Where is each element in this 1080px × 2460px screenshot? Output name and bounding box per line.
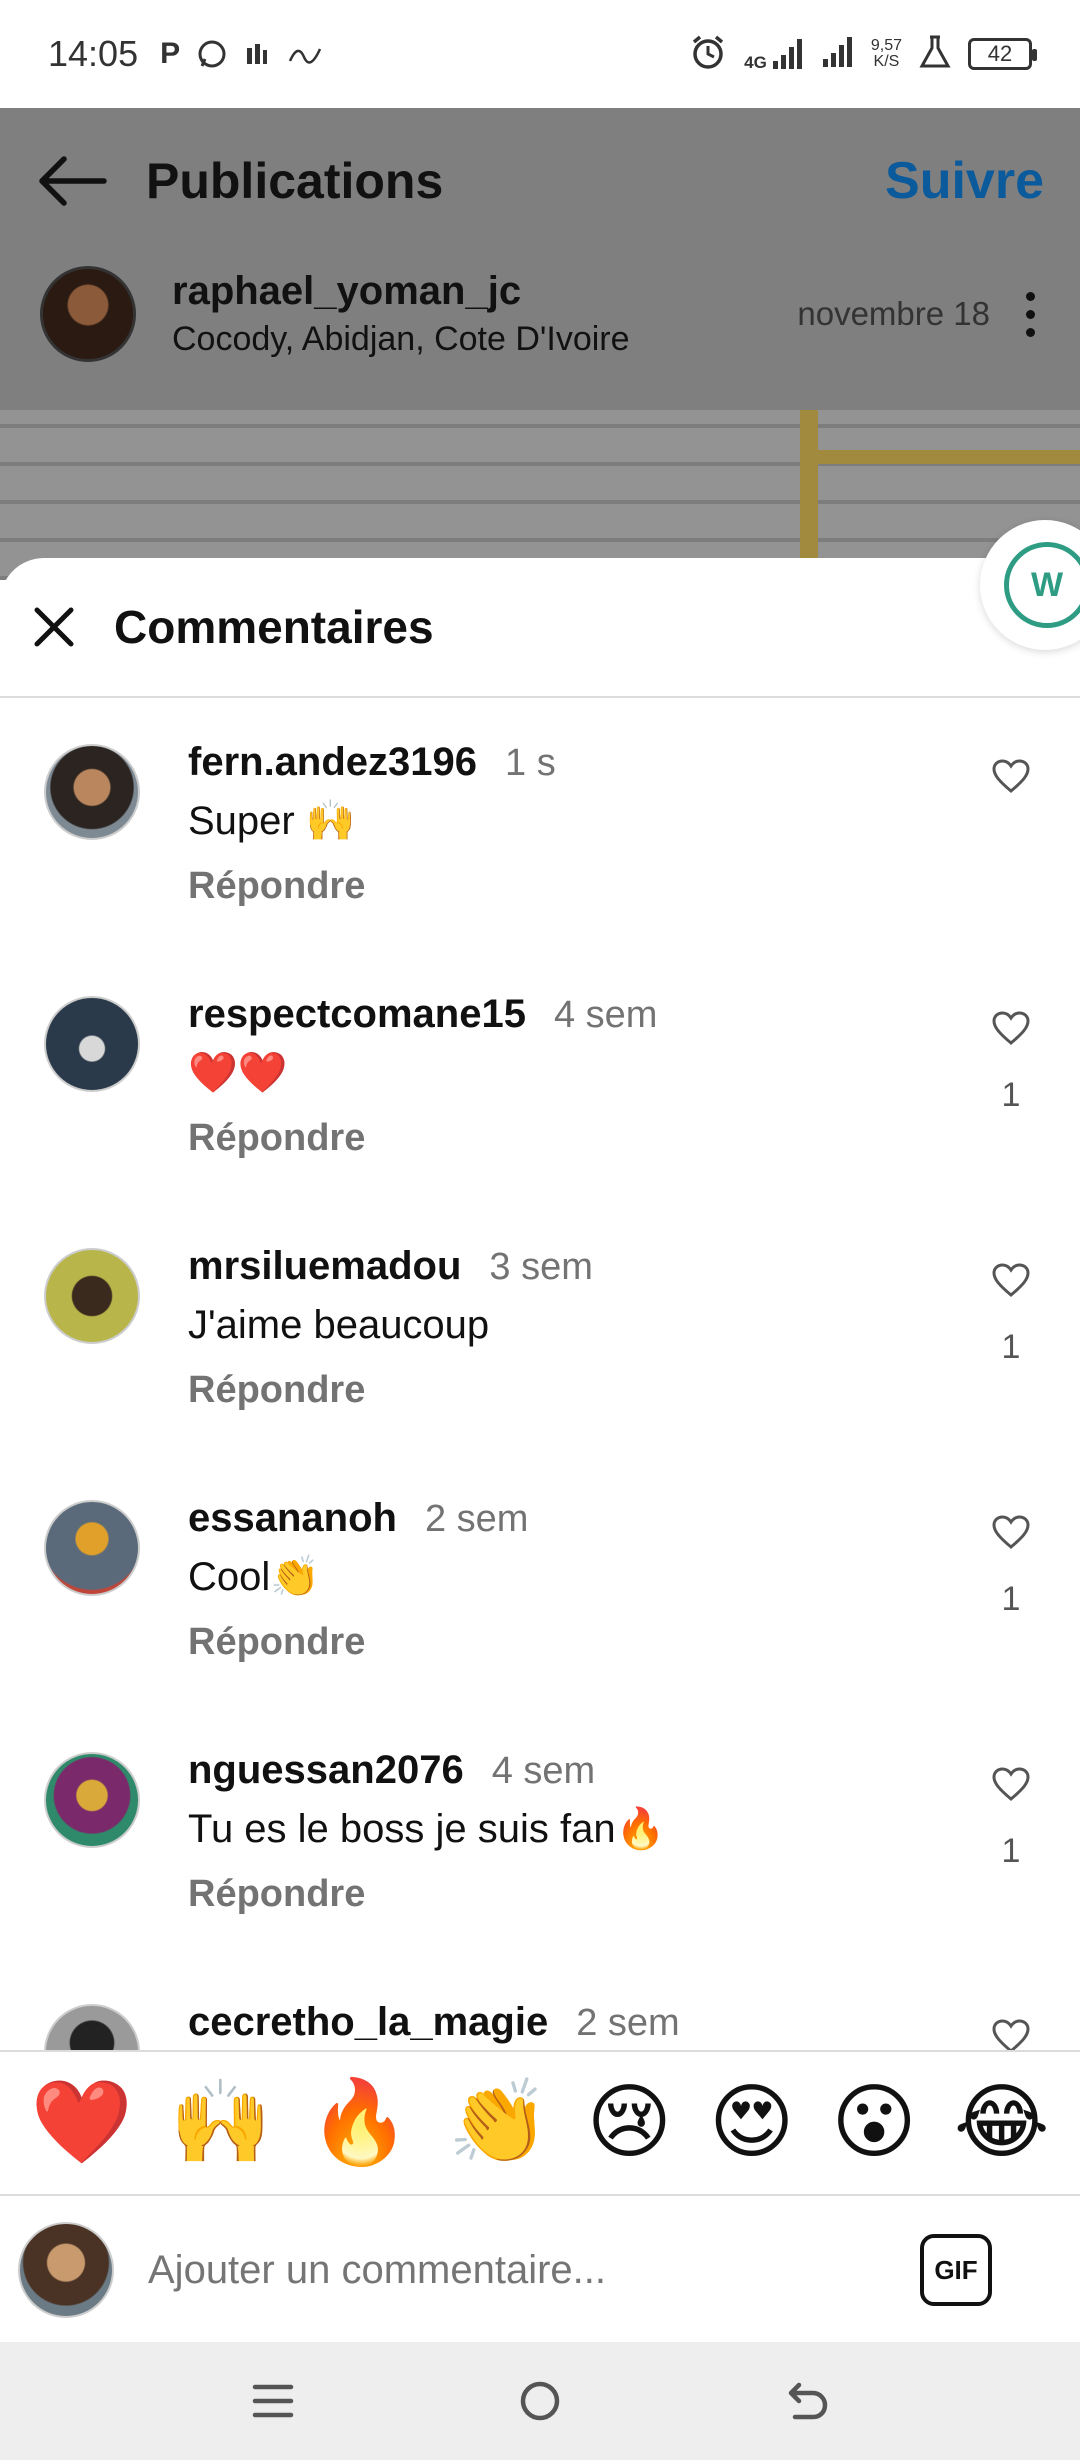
heart-icon [992,2019,1030,2050]
page-title: Publications [146,153,444,209]
like-button[interactable] [986,2018,1036,2050]
commenter-avatar[interactable] [44,1752,140,1848]
close-icon[interactable] [30,603,78,651]
comment-time: 1 s [505,742,556,784]
whatsapp-icon [196,38,228,70]
like-button[interactable]: 1 [986,1514,1036,1619]
emoji-heart-eyes[interactable]: 😍 [709,2082,794,2164]
cell-signal-icon [821,35,855,74]
heart-icon [992,1767,1030,1801]
heart-icon [992,1011,1030,1045]
app-header: Publications Suivre raphael_yoman_jc Coc… [0,108,1080,410]
menu-icon[interactable] [233,2361,313,2441]
comment-text: Super 🙌 [188,799,356,843]
gif-button[interactable]: GIF [920,2234,992,2306]
emoji-quick-bar: ❤️ 🙌 🔥 👏 😢 😍 😮 😂 [0,2050,1080,2196]
commenter-username[interactable]: respectcomane15 [188,992,526,1037]
emoji-clapping-hands[interactable]: 👏 [448,2082,550,2164]
comment-composer: GIF [0,2198,1080,2342]
commenter-avatar[interactable] [44,996,140,1092]
like-button[interactable]: 1 [986,1766,1036,1871]
emoji-raising-hands[interactable]: 🙌 [169,2082,271,2164]
comment-input[interactable] [148,2247,888,2293]
commenter-avatar[interactable] [44,744,140,840]
post-meta: raphael_yoman_jc Cocody, Abidjan, Cote D… [0,254,1080,374]
like-count: 1 [1001,1076,1021,1114]
like-button[interactable] [986,758,1036,824]
current-user-avatar [18,2222,114,2318]
comments-list: fern.andez3196 1 s Super 🙌 Répondre resp… [0,700,1080,2050]
like-count: 1 [1001,1580,1021,1618]
like-count: 1 [1001,1832,1021,1870]
like-count: 1 [1001,1328,1021,1366]
system-nav-bar [0,2342,1080,2460]
commenter-username[interactable]: fern.andez3196 [188,740,477,785]
back-icon[interactable] [767,2361,847,2441]
comment-time: 2 sem [424,1498,529,1540]
comment-item: essananoh 2 sem Cool👏 Répondre 1 [0,1456,1080,1708]
home-icon[interactable] [500,2361,580,2441]
emoji-crying-face[interactable]: 😢 [587,2082,672,2164]
comment-text: Cool👏 [188,1555,321,1599]
parking-icon: P [160,37,181,70]
emoji-red-heart[interactable]: ❤️ [30,2082,132,2164]
emoji-tears-of-joy[interactable]: 😂 [954,2082,1050,2164]
comment-item: fern.andez3196 1 s Super 🙌 Répondre [0,700,1080,952]
comment-item: cecretho_la_magie 2 sem [0,1960,1080,2050]
post-author-username[interactable]: raphael_yoman_jc [172,269,630,314]
follow-button[interactable]: Suivre [885,151,1044,211]
comment-item: mrsiluemadou 3 sem J'aime beaucoup Répon… [0,1204,1080,1456]
commenter-avatar[interactable] [44,1500,140,1596]
reply-button[interactable]: Répondre [188,1873,948,1916]
commenter-username[interactable]: mrsiluemadou [188,1244,461,1289]
comment-text: J'aime beaucoup [188,1303,490,1347]
signature-icon [288,41,322,67]
comment-time: 4 sem [553,994,658,1036]
comments-sheet-header: Commentaires [0,558,1080,698]
like-button[interactable]: 1 [986,1262,1036,1367]
status-time: 14:05 [48,33,139,74]
heart-icon [992,759,1030,793]
comment-time: 3 sem [489,1246,593,1288]
commenter-username[interactable]: cecretho_la_magie [188,2000,548,2045]
comment-time: 4 sem [491,1750,596,1792]
post-author-avatar[interactable] [40,266,136,362]
heart-icon [992,1515,1030,1549]
battery-icon: 42 [968,38,1037,70]
reply-button[interactable]: Répondre [188,1369,948,1412]
commenter-username[interactable]: essananoh [188,1496,397,1541]
alarm-icon [688,32,728,77]
w-logo-icon: W [1004,542,1080,628]
commenter-avatar[interactable] [44,1248,140,1344]
comment-item: respectcomane15 4 sem ❤️❤️ Répondre 1 [0,952,1080,1204]
comment-time: 2 sem [576,2002,680,2044]
heart-icon [992,1263,1030,1297]
comment-text: ❤️❤️ [188,1051,288,1095]
post-photo [0,410,1080,580]
reply-button[interactable]: Répondre [188,1621,948,1664]
comments-sheet: Commentaires fern.andez3196 1 s Super 🙌 … [0,558,1080,2050]
flask-icon [918,34,952,75]
post-date: novembre 18 [797,295,990,332]
comments-title: Commentaires [114,601,434,653]
back-arrow-icon[interactable] [36,143,112,219]
bars-icon [244,40,272,68]
more-options-icon[interactable] [1020,291,1040,337]
emoji-surprised-face[interactable]: 😮 [831,2082,916,2164]
commenter-username[interactable]: nguessan2076 [188,1748,464,1793]
comment-item: nguessan2076 4 sem Tu es le boss je suis… [0,1708,1080,1960]
reply-button[interactable]: Répondre [188,1117,948,1160]
reply-button[interactable]: Répondre [188,865,948,908]
emoji-fire[interactable]: 🔥 [308,2082,410,2164]
commenter-avatar[interactable] [44,2004,140,2050]
status-bar: 14:05 P 4G 9,57 K/S 42 [0,0,1080,108]
network-speed: 9,57 K/S [870,37,902,70]
like-button[interactable]: 1 [986,1010,1036,1115]
cell-signal-4g: 4G [744,37,805,71]
post-location[interactable]: Cocody, Abidjan, Cote D'Ivoire [172,320,630,359]
comment-text: Tu es le boss je suis fan🔥 [188,1807,666,1851]
